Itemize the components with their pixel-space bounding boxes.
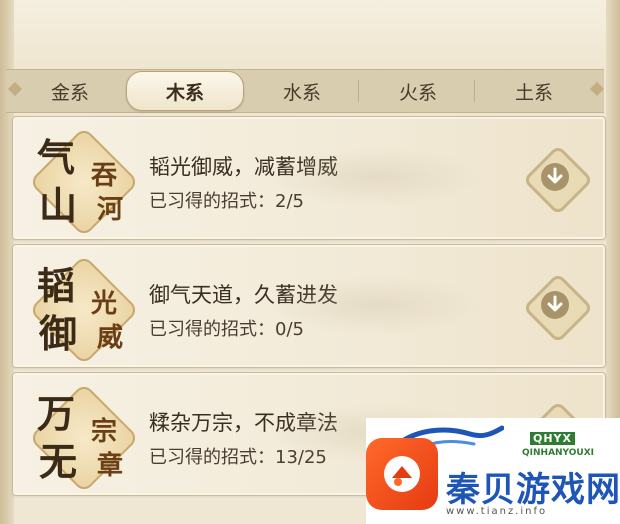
- skill-emblem: 万 无 宗 章: [28, 382, 140, 494]
- expand-button[interactable]: [522, 144, 594, 216]
- element-tab-bar: 金系 木系 水系 火系 土系: [6, 69, 605, 113]
- skill-progress: 已习得的招式：13/25: [149, 443, 327, 469]
- progress-value: 0/5: [275, 319, 304, 340]
- tab-earth[interactable]: 土系: [476, 70, 592, 112]
- chevron-down-icon: [547, 295, 563, 312]
- watermark-logo: [366, 438, 438, 510]
- emblem-char: 宗: [91, 417, 118, 447]
- watermark-subtitle: QINHANYOUXI: [522, 448, 595, 458]
- skill-title: 韬光御威，减蓄增威: [149, 155, 338, 179]
- emblem-char: 章: [97, 451, 124, 481]
- watermark-url: www.tianz.info: [446, 506, 548, 517]
- tab-water[interactable]: 水系: [244, 70, 360, 112]
- tabbar-ornament-right: [589, 81, 605, 97]
- progress-value: 13/25: [275, 447, 327, 468]
- site-watermark: QHYX QINHANYOUXI 秦贝游戏网 www.tianz.info: [366, 418, 620, 524]
- tab-wood[interactable]: 木系: [126, 71, 244, 111]
- emblem-char: 吞: [91, 161, 118, 191]
- emblem-char: 御: [39, 311, 78, 356]
- emblem-char: 光: [91, 289, 118, 319]
- skill-title: 御气天道，久蓄进发: [149, 283, 338, 307]
- progress-label: 已习得的招式：: [149, 447, 275, 468]
- emblem-char: 山: [39, 183, 78, 228]
- watermark-name: 秦贝游戏网: [446, 470, 620, 510]
- skill-emblem: 气 山 吞 河: [28, 126, 140, 238]
- skill-progress: 已习得的招式：0/5: [149, 315, 304, 341]
- emblem-char: 韬: [37, 263, 76, 308]
- expand-button[interactable]: [522, 272, 594, 344]
- chevron-down-icon: [547, 167, 563, 184]
- emblem-char: 无: [39, 439, 78, 484]
- tab-fire[interactable]: 火系: [360, 70, 476, 112]
- emblem-char: 河: [97, 195, 124, 225]
- skill-card[interactable]: 韬 御 光 威 御气天道，久蓄进发 已习得的招式：0/5: [12, 244, 606, 368]
- tab-metal[interactable]: 金系: [12, 70, 128, 112]
- emblem-char: 气: [37, 135, 76, 180]
- emblem-char: 万: [37, 391, 76, 436]
- game-controller-icon: [384, 456, 420, 492]
- panel-header-frame: [0, 0, 620, 70]
- skill-emblem: 韬 御 光 威: [28, 254, 140, 366]
- progress-value: 2/5: [275, 191, 304, 212]
- progress-label: 已习得的招式：: [149, 319, 275, 340]
- watermark-badge: QHYX: [530, 432, 576, 445]
- skill-progress: 已习得的招式：2/5: [149, 187, 304, 213]
- skill-title: 糅杂万宗，不成章法: [149, 411, 338, 435]
- progress-label: 已习得的招式：: [149, 191, 275, 212]
- skill-card[interactable]: 气 山 吞 河 韬光御威，减蓄增威 已习得的招式：2/5: [12, 116, 606, 240]
- emblem-char: 威: [97, 323, 124, 353]
